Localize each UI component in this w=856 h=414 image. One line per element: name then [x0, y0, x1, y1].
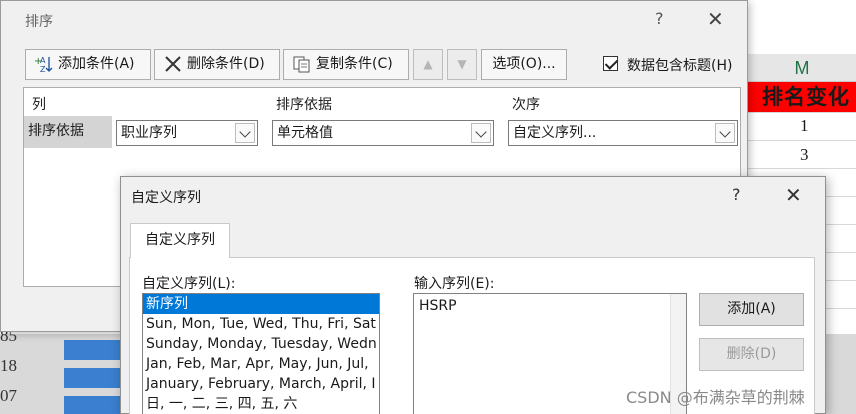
order-select-value: 自定义序列...	[513, 125, 597, 141]
has-headers-checkbox[interactable]	[603, 56, 618, 71]
custom-lists-listbox[interactable]: 新序列 Sun, Mon, Tue, Wed, Thu, Fri, Sat Su…	[142, 293, 380, 414]
order-select[interactable]: 自定义序列...	[508, 120, 738, 146]
cell-fragment: 07	[0, 386, 17, 405]
list-entries-text: HSRP	[419, 298, 457, 314]
has-headers-label[interactable]: 数据包含标题(H)	[627, 55, 732, 75]
sort-on-select-value: 单元格值	[277, 125, 333, 141]
list-entries-label: 输入序列(E):	[414, 276, 495, 292]
chevron-down-icon[interactable]	[471, 123, 491, 143]
list-item[interactable]: 新序列	[143, 294, 379, 314]
add-button[interactable]: 添加(A)	[699, 293, 804, 326]
copy-condition-label: 复制条件(C)	[316, 56, 393, 72]
condition-row-label: 排序依据	[28, 123, 84, 139]
header-cell-text: 排名变化	[762, 85, 850, 109]
custom-list-dialog: 自定义序列 ? ✕ 自定义序列 自定义序列(L): 输入序列(E): 新序列 S…	[120, 176, 826, 414]
data-bar-cell	[64, 396, 120, 414]
rank-change-value[interactable]: 3	[800, 145, 820, 165]
chevron-down-icon[interactable]	[235, 123, 255, 143]
options-button[interactable]: 选项(O)...	[481, 49, 567, 80]
sort-dialog-title: 排序	[25, 14, 53, 30]
header-cell-rank-change[interactable]: 排名变化	[742, 82, 856, 112]
help-icon[interactable]: ?	[655, 9, 664, 28]
tab-custom-lists[interactable]: 自定义序列	[130, 223, 230, 258]
copy-condition-button[interactable]: 复制条件(C)	[283, 49, 409, 80]
help-icon[interactable]: ?	[732, 185, 741, 204]
svg-text:A: A	[40, 56, 46, 65]
watermark-text: CSDN @布满杂草的荆棘	[626, 388, 805, 407]
list-item[interactable]: Sunday, Monday, Tuesday, Wedn	[143, 334, 379, 354]
close-icon[interactable]: ✕	[785, 183, 802, 207]
delete-button[interactable]: 删除(D)	[699, 338, 804, 371]
rank-change-value[interactable]: 1	[800, 116, 820, 136]
column-header-sort-on: 排序依据	[276, 97, 332, 113]
delete-x-icon	[165, 56, 181, 72]
move-down-icon: ▼	[457, 57, 467, 71]
column-select[interactable]: 职业序列	[116, 120, 258, 146]
move-down-button[interactable]: ▼	[447, 49, 477, 80]
delete-condition-button[interactable]: 删除条件(D)	[154, 49, 280, 80]
cell-fragment: 18	[0, 356, 17, 375]
custom-list-dialog-title: 自定义序列	[131, 190, 201, 206]
list-item[interactable]: Sun, Mon, Tue, Wed, Thu, Fri, Sat	[143, 314, 379, 334]
delete-condition-label: 删除条件(D)	[187, 56, 265, 72]
list-item[interactable]: Jan, Feb, Mar, Apr, May, Jun, Jul,	[143, 354, 379, 374]
column-select-value: 职业序列	[121, 125, 177, 141]
options-label: 选项(O)...	[492, 56, 556, 72]
sort-on-select[interactable]: 单元格值	[272, 120, 494, 146]
add-condition-icon: + A Z	[34, 56, 53, 73]
column-letter-m[interactable]: M	[748, 54, 856, 82]
add-condition-button[interactable]: + A Z 添加条件(A)	[25, 49, 151, 80]
move-up-icon: ▲	[423, 57, 433, 71]
column-header-order: 次序	[512, 97, 540, 113]
svg-text:Z: Z	[40, 65, 46, 73]
list-item[interactable]: 日, 一, 二, 三, 四, 五, 六	[143, 394, 379, 414]
data-bar-cell	[64, 340, 120, 360]
add-condition-label: 添加条件(A)	[58, 56, 135, 72]
data-bar-cell	[64, 368, 120, 388]
column-header-column: 列	[32, 97, 46, 113]
custom-lists-label: 自定义序列(L):	[142, 276, 236, 292]
copy-icon	[293, 56, 310, 73]
list-item[interactable]: January, February, March, April, I	[143, 374, 379, 394]
move-up-button[interactable]: ▲	[413, 49, 443, 80]
chevron-down-icon[interactable]	[715, 123, 735, 143]
close-icon[interactable]: ✕	[707, 7, 724, 31]
